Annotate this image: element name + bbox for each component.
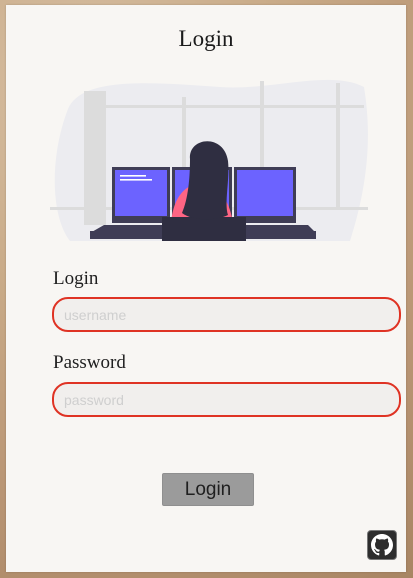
password-label: Password (53, 352, 126, 373)
page-title: Login (178, 26, 234, 51)
login-button[interactable]: Login (162, 473, 254, 506)
password-input[interactable] (52, 382, 401, 417)
username-input[interactable] (52, 297, 401, 332)
login-card: Login Login Password Login (6, 5, 406, 572)
person-at-computer-illustration (50, 79, 368, 241)
login-label: Login (53, 268, 99, 289)
github-icon[interactable] (367, 530, 397, 560)
